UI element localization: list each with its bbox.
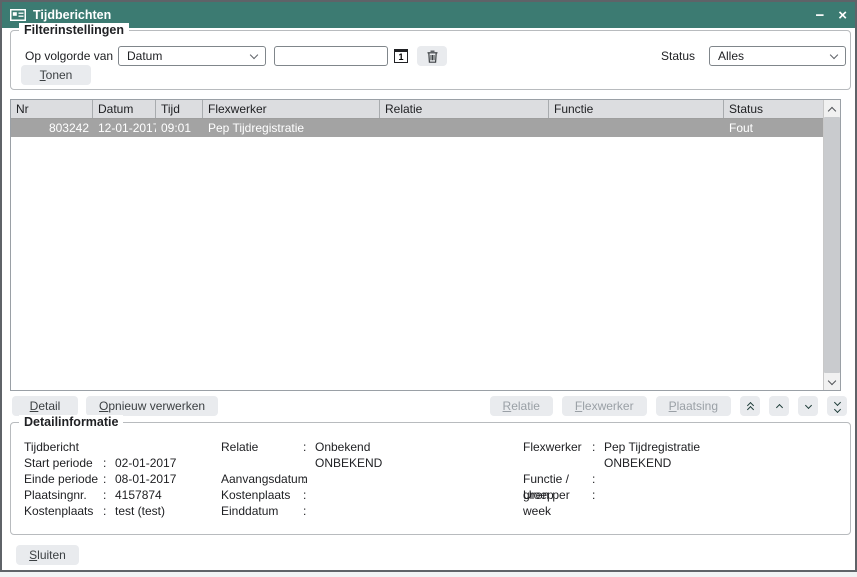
order-label: Op volgorde van	[25, 46, 113, 66]
detail-column-right: Flexwerker : Pep Tijdregistratie ONBEKEN…	[523, 439, 700, 503]
cell-functie	[549, 119, 724, 137]
header-cell-tijd[interactable]: Tijd	[156, 100, 203, 118]
actions-left: Detail Opnieuw verwerken	[12, 396, 218, 416]
chevron-down-icon	[250, 50, 258, 58]
tonen-button[interactable]: Tonen	[21, 65, 91, 85]
card-icon	[10, 9, 26, 21]
actions-row: Detail Opnieuw verwerken Relatie Flexwer…	[10, 396, 847, 416]
chevron-up-icon	[775, 404, 782, 411]
previous-record-button[interactable]	[769, 396, 789, 416]
detail-row: Plaatsingnr. : 4157874	[24, 487, 176, 503]
detail-row: Kostenplaats : test (test)	[24, 503, 176, 519]
detail-row: Flexwerker : Pep Tijdregistratie	[523, 439, 700, 455]
cell-datum: 12-01-2017	[93, 119, 156, 137]
trash-icon	[427, 50, 438, 63]
cell-status: Fout	[724, 119, 823, 137]
table-main: Nr Datum Tijd Flexwerker Relatie Functie…	[11, 100, 823, 390]
reprocess-button[interactable]: Opnieuw verwerken	[86, 396, 218, 416]
detail-button[interactable]: Detail	[12, 396, 78, 416]
detail-column-middle: Relatie : Onbekend ONBEKEND Aanvangsdatu…	[221, 439, 382, 519]
status-select[interactable]: Alles	[709, 46, 846, 66]
status-label: Status	[661, 46, 695, 66]
clear-filter-button[interactable]	[417, 46, 447, 66]
scroll-down-button[interactable]	[824, 373, 840, 390]
header-cell-nr[interactable]: Nr	[11, 100, 93, 118]
detail-row: Kostenplaats :	[221, 487, 382, 503]
detail-row: Einde periode : 08-01-2017	[24, 471, 176, 487]
detail-row: Uren per week :	[523, 487, 700, 503]
titlebar: Tijdberichten − ×	[2, 2, 855, 28]
header-cell-relatie[interactable]: Relatie	[380, 100, 549, 118]
chevron-down-icon	[804, 402, 811, 409]
detail-row: Aanvangsdatum :	[221, 471, 382, 487]
chevron-down-icon	[828, 376, 836, 384]
next-record-button[interactable]	[798, 396, 818, 416]
chevron-up-icon	[828, 106, 836, 114]
sort-order-value: Datum	[127, 49, 251, 63]
detail-row: Relatie : Onbekend	[221, 439, 382, 455]
table-header: Nr Datum Tijd Flexwerker Relatie Functie…	[11, 100, 823, 119]
window-title: Tijdberichten	[33, 8, 111, 22]
tijdberichten-window: Tijdberichten − × Filterinstellingen Op …	[0, 0, 857, 572]
date-filter-input[interactable]	[274, 46, 388, 66]
header-cell-status[interactable]: Status	[724, 100, 823, 118]
detail-row: Einddatum :	[221, 503, 382, 519]
detail-row: Start periode : 02-01-2017	[24, 455, 176, 471]
detail-row: ONBEKEND	[221, 455, 382, 471]
detail-row: Functie / groep :	[523, 471, 700, 487]
chevron-down-icon	[830, 50, 838, 58]
cell-flexwerker: Pep Tijdregistratie	[203, 119, 380, 137]
sort-order-select[interactable]: Datum	[118, 46, 266, 66]
messages-table: Nr Datum Tijd Flexwerker Relatie Functie…	[10, 99, 841, 391]
flexwerker-button[interactable]: Flexwerker	[562, 396, 647, 416]
first-record-button[interactable]	[740, 396, 760, 416]
cell-tijd: 09:01	[156, 119, 203, 137]
detail-info-group: Detailinformatie Tijdbericht Start perio…	[10, 422, 851, 535]
sluiten-button[interactable]: Sluiten	[16, 545, 79, 565]
relatie-button[interactable]: Relatie	[490, 396, 553, 416]
calendar-button[interactable]: 1	[391, 46, 411, 66]
plaatsing-button[interactable]: Plaatsing	[656, 396, 731, 416]
header-cell-flexwerker[interactable]: Flexwerker	[203, 100, 380, 118]
minimize-button[interactable]: −	[815, 8, 824, 23]
filter-settings-legend: Filterinstellingen	[19, 23, 129, 37]
vertical-scrollbar[interactable]	[823, 100, 840, 390]
cell-nr: 803242	[11, 119, 93, 137]
header-cell-datum[interactable]: Datum	[93, 100, 156, 118]
detail-info-legend: Detailinformatie	[19, 415, 123, 429]
scroll-up-button[interactable]	[824, 100, 840, 117]
cell-relatie	[380, 119, 549, 137]
filter-settings-group: Filterinstellingen Op volgorde van Datum…	[10, 30, 851, 90]
status-value: Alles	[718, 49, 831, 63]
scrollbar-thumb[interactable]	[824, 117, 840, 373]
detail-row: Tijdbericht	[24, 439, 176, 455]
last-record-button[interactable]	[827, 396, 847, 416]
detail-column-left: Tijdbericht Start periode : 02-01-2017 E…	[24, 439, 176, 519]
detail-row: ONBEKEND	[523, 455, 700, 471]
calendar-icon: 1	[394, 49, 408, 63]
close-button[interactable]: ×	[838, 8, 847, 23]
header-cell-functie[interactable]: Functie	[549, 100, 724, 118]
table-row-selected[interactable]: 803242 12-01-2017 09:01 Pep Tijdregistra…	[11, 119, 823, 137]
actions-right: Relatie Flexwerker Plaatsing	[490, 396, 847, 416]
